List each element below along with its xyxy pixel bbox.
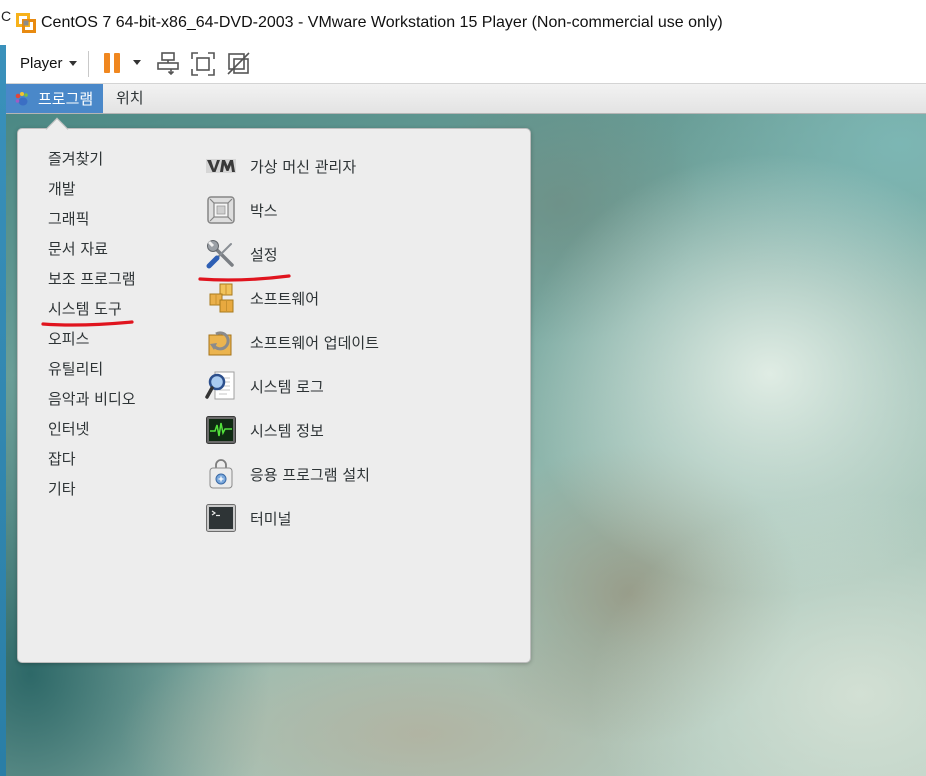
category-graphics[interactable]: 그래픽: [48, 204, 198, 234]
title-bar: CentOS 7 64-bit-x86_64-DVD-2003 - VMware…: [0, 0, 926, 45]
application-list: 가상 머신 관리자 박스 설정 소프트웨어 소프트웨어 업데이트 시스템 로그 …: [205, 144, 515, 540]
category-documentation[interactable]: 문서 자료: [48, 234, 198, 264]
host-desktop-edge: [0, 45, 6, 776]
unity-icon: [227, 52, 250, 75]
fullscreen-icon: [191, 52, 215, 76]
applications-menu-button[interactable]: 프로그램: [6, 84, 103, 113]
app-item-system-monitor[interactable]: 시스템 정보: [205, 408, 515, 452]
annotation-underline-settings: [198, 274, 291, 282]
full-screen-button[interactable]: [191, 52, 215, 76]
window-title: CentOS 7 64-bit-x86_64-DVD-2003 - VMware…: [41, 14, 723, 31]
category-sundry[interactable]: 잡다: [48, 444, 198, 474]
category-development[interactable]: 개발: [48, 174, 198, 204]
app-label: 가상 머신 관리자: [250, 157, 357, 176]
app-label: 터미널: [250, 509, 292, 528]
app-item-boxes[interactable]: 박스: [205, 188, 515, 232]
virt-manager-icon: [206, 159, 236, 173]
places-menu-button[interactable]: 위치: [106, 84, 154, 113]
category-accessories[interactable]: 보조 프로그램: [48, 264, 198, 294]
vmware-player-icon: [16, 13, 36, 33]
applications-popup-menu: 즐겨찾기 개발 그래픽 문서 자료 보조 프로그램 시스템 도구 오피스 유틸리…: [17, 117, 531, 663]
annotation-underline-system-tools: [41, 320, 134, 327]
app-item-virt-manager[interactable]: 가상 머신 관리자: [205, 144, 515, 188]
system-log-icon: [205, 371, 235, 400]
app-label: 소프트웨어: [250, 289, 320, 308]
pause-icon: [104, 53, 120, 73]
category-utilities[interactable]: 유틸리티: [48, 354, 198, 384]
pause-button[interactable]: [103, 52, 121, 74]
send-ctrl-alt-del-icon: [157, 52, 179, 76]
app-label: 시스템 로그: [250, 377, 324, 396]
power-options-dropdown-button[interactable]: [130, 55, 144, 69]
unity-button[interactable]: [226, 51, 251, 76]
player-toolbar: Player: [0, 45, 926, 84]
gnome-top-bar: 프로그램 위치: [0, 84, 926, 114]
applications-menu-label: 프로그램: [38, 90, 94, 108]
category-internet[interactable]: 인터넷: [48, 414, 198, 444]
app-label: 시스템 정보: [250, 421, 324, 440]
app-item-app-install[interactable]: 응용 프로그램 설치: [205, 452, 515, 496]
category-favorites[interactable]: 즐겨찾기: [48, 144, 198, 174]
toolbar-separator: [88, 51, 89, 77]
player-menu-button[interactable]: Player: [20, 53, 77, 73]
app-item-system-log[interactable]: 시스템 로그: [205, 364, 515, 408]
app-item-software-update[interactable]: 소프트웨어 업데이트: [205, 320, 515, 364]
gnome-foot-icon: [15, 91, 28, 105]
dropdown-arrow-icon: [133, 59, 141, 65]
app-install-icon: [209, 459, 233, 489]
software-packages-icon: [209, 283, 234, 313]
app-item-settings[interactable]: 설정: [205, 232, 515, 276]
send-ctrl-alt-del-button[interactable]: [156, 51, 180, 76]
player-menu-label: Player: [20, 54, 63, 72]
boxes-icon: [207, 196, 235, 224]
settings-tools-icon: [206, 240, 234, 269]
chevron-down-icon: [68, 60, 77, 66]
app-label: 소프트웨어 업데이트: [250, 333, 379, 352]
host-edge-text: C: [1, 8, 12, 24]
terminal-icon: [206, 504, 236, 532]
category-sound-video[interactable]: 음악과 비디오: [48, 384, 198, 414]
software-update-icon: [208, 331, 232, 356]
app-item-terminal[interactable]: 터미널: [205, 496, 515, 540]
app-label: 설정: [250, 245, 278, 264]
system-monitor-icon: [206, 416, 236, 444]
app-label: 응용 프로그램 설치: [250, 465, 370, 484]
category-other[interactable]: 기타: [48, 474, 198, 504]
app-label: 박스: [250, 201, 278, 220]
